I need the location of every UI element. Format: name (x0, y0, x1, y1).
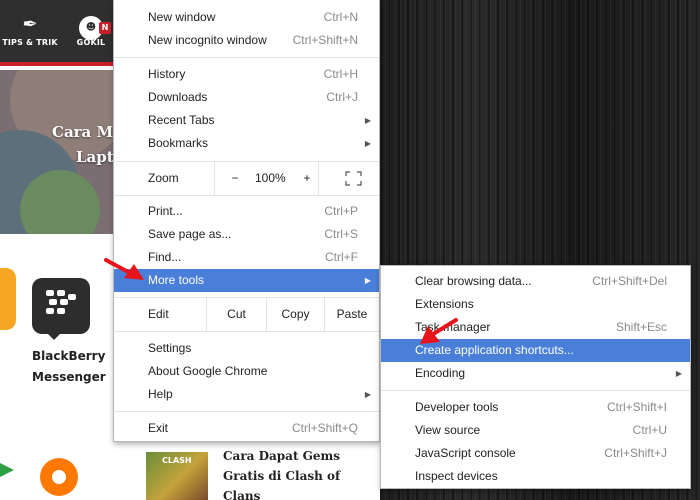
menu-item-history[interactable]: History Ctrl+H (114, 63, 379, 86)
more-tools-submenu: Clear browsing data... Ctrl+Shift+Del Ex… (380, 265, 691, 489)
blackberry-messenger-icon[interactable] (32, 278, 90, 340)
copy-button[interactable]: Copy (266, 298, 324, 331)
menu-separator (381, 390, 690, 391)
fullscreen-icon[interactable] (345, 171, 362, 186)
cut-button[interactable]: Cut (206, 298, 266, 331)
paste-button[interactable]: Paste (324, 298, 379, 331)
article-thumbnail[interactable]: CLASH (146, 452, 208, 500)
menu-item-downloads[interactable]: Downloads Ctrl+J (114, 86, 379, 109)
zoom-row: Zoom − 100% + (114, 162, 379, 195)
gokil-logo-icon: ☻ (66, 12, 116, 40)
shortcut: Ctrl+Shift+N (292, 33, 358, 47)
nav-label: TIPS & TRIK (2, 38, 58, 47)
shortcut: Ctrl+P (324, 204, 358, 218)
shortcut: Ctrl+H (323, 67, 358, 81)
menu-item-exit[interactable]: Exit Ctrl+Shift+Q (114, 417, 379, 440)
app-name-blackberry[interactable]: BlackBerry Messenger (32, 346, 106, 388)
feather-icon: ✒ (22, 14, 38, 35)
shortcut: Ctrl+J (326, 90, 358, 104)
nav-item-gokil[interactable]: ☻ GOKIL (66, 12, 116, 58)
zoom-in-button[interactable]: + (301, 162, 313, 195)
zoom-label: Zoom (148, 171, 179, 185)
chrome-main-menu: New window Ctrl+N New incognito window C… (113, 0, 380, 442)
avast-icon[interactable] (34, 452, 84, 500)
menu-item-developer-tools[interactable]: Developer tools Ctrl+Shift+I (381, 396, 690, 419)
shortcut: Ctrl+F (325, 250, 358, 264)
annotation-arrow-icon (104, 258, 144, 280)
submenu-arrow-icon: ▶ (364, 390, 371, 399)
shortcut: Ctrl+S (324, 227, 358, 241)
menu-item-find[interactable]: Find... Ctrl+F (114, 246, 379, 269)
shortcut: Ctrl+Shift+Del (592, 274, 667, 288)
menu-item-save-page-as[interactable]: Save page as... Ctrl+S (114, 223, 379, 246)
shortcut: Ctrl+Shift+I (606, 400, 667, 414)
menu-item-more-tools[interactable]: More tools ▶ (114, 269, 379, 292)
menu-item-bookmarks[interactable]: Bookmarks ▶ (114, 132, 379, 155)
nav-item-tips-trik[interactable]: ✒ TIPS & TRIK (0, 12, 60, 58)
menu-item-clear-browsing-data[interactable]: Clear browsing data... Ctrl+Shift+Del (381, 270, 690, 293)
menu-item-recent-tabs[interactable]: Recent Tabs ▶ (114, 109, 379, 132)
annotation-arrow-icon (420, 318, 458, 344)
menu-separator (114, 411, 379, 412)
app-icon-partial[interactable] (0, 268, 16, 330)
menu-item-print[interactable]: Print... Ctrl+P (114, 200, 379, 223)
submenu-arrow-icon: ▶ (364, 276, 371, 285)
zoom-level: 100% (255, 171, 286, 185)
menu-item-encoding[interactable]: Encoding ▶ (381, 362, 690, 385)
menu-item-javascript-console[interactable]: JavaScript console Ctrl+Shift+J (381, 442, 690, 465)
edit-label: Edit (148, 307, 169, 321)
article-title[interactable]: Cara Dapat Gems Gratis di Clash of Clans (223, 446, 373, 500)
menu-item-help[interactable]: Help ▶ (114, 383, 379, 406)
shortcut: Ctrl+Shift+J (604, 446, 667, 460)
menu-separator (114, 195, 379, 196)
submenu-arrow-icon: ▶ (364, 116, 371, 125)
play-store-icon[interactable] (0, 456, 14, 484)
menu-item-view-source[interactable]: View source Ctrl+U (381, 419, 690, 442)
menu-item-extensions[interactable]: Extensions (381, 293, 690, 316)
menu-item-inspect-devices[interactable]: Inspect devices (381, 465, 690, 488)
shortcut: Ctrl+Shift+Q (291, 421, 358, 435)
zoom-out-button[interactable]: − (229, 162, 241, 195)
submenu-arrow-icon: ▶ (364, 139, 371, 148)
shortcut: Ctrl+U (632, 423, 667, 437)
menu-separator (114, 57, 379, 58)
edit-row: Edit Cut Copy Paste (114, 298, 379, 331)
menu-item-settings[interactable]: Settings (114, 337, 379, 360)
submenu-arrow-icon: ▶ (675, 369, 682, 378)
shortcut: Shift+Esc (615, 320, 667, 334)
shortcut: Ctrl+N (323, 10, 358, 24)
menu-item-new-incognito-window[interactable]: New incognito window Ctrl+Shift+N (114, 29, 379, 52)
menu-item-new-window[interactable]: New window Ctrl+N (114, 6, 379, 29)
menu-separator (114, 331, 379, 332)
menu-item-about-chrome[interactable]: About Google Chrome (114, 360, 379, 383)
